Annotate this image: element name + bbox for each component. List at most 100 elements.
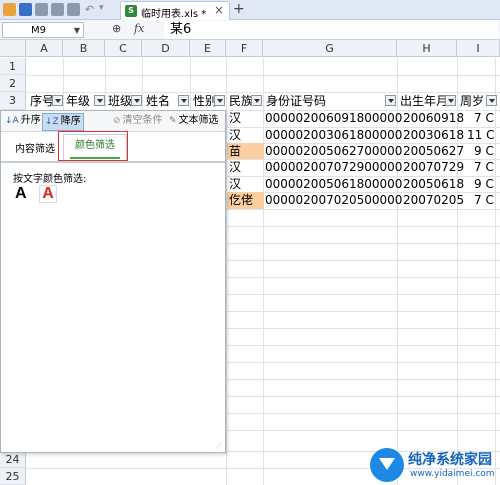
col-header[interactable]: C (105, 40, 142, 57)
filter-panel: ↓A 升序 ↓Z 降序 ⊘ 清空条件 ✎ 文本筛选 内容筛选 颜色筛选 按文字颜色筛选:… (0, 110, 226, 453)
grid-line (226, 396, 500, 397)
cell-age[interactable]: 7 C (474, 110, 494, 127)
filter-dropdown-icon[interactable] (52, 95, 63, 106)
cell-dob[interactable]: 20070729 (403, 159, 464, 176)
chevron-down-icon[interactable]: ▼ (74, 23, 80, 38)
grid-line (226, 311, 500, 312)
filter-dropdown-icon[interactable] (445, 95, 456, 106)
filter-dropdown-icon[interactable] (251, 95, 262, 106)
undo-icon[interactable]: ↶ (85, 3, 98, 16)
col-header[interactable]: A (26, 40, 63, 57)
cell-age[interactable]: 9 C (474, 176, 494, 193)
filter-dropdown-icon[interactable] (94, 95, 105, 106)
formula-input[interactable]: 某6 (164, 21, 498, 39)
row-header[interactable]: 2 (0, 75, 26, 92)
watermark-url: www.yidaimei.com (410, 469, 495, 479)
header-cell-age[interactable]: 周岁 (460, 92, 486, 110)
cell-age[interactable]: 11 C (467, 127, 494, 144)
row-header[interactable]: 24 (0, 451, 26, 468)
font-color-filter-label: 按文字颜色筛选: (13, 174, 87, 185)
cell-id[interactable]: 000002006091800000 (265, 110, 402, 127)
title-bar: ↶ ▾ S 临时用表.xls * × + (0, 0, 500, 21)
formula-bar: M9 ▼ ⊕ fx 某6 (0, 20, 500, 40)
grid-line (226, 328, 500, 329)
cell-id[interactable]: 000002003061800000 (265, 127, 402, 144)
cell-nation[interactable]: 汉 (229, 176, 241, 193)
grid-line (226, 413, 500, 414)
col-header[interactable]: G (263, 40, 397, 57)
tab-file[interactable]: S 临时用表.xls * × (120, 1, 230, 21)
preview-icon[interactable] (67, 3, 80, 16)
col-header[interactable]: B (63, 40, 105, 57)
text-filter-icon: ✎ (169, 116, 177, 126)
zoom-icon[interactable]: ⊕ (112, 22, 121, 35)
header-cell-name[interactable]: 姓名 (146, 92, 178, 110)
cell-dob[interactable]: 20070205 (403, 192, 464, 209)
open-icon[interactable] (35, 3, 48, 16)
col-header[interactable]: D (142, 40, 190, 57)
text-filter-button[interactable]: ✎ 文本筛选 (169, 113, 219, 129)
select-all-corner[interactable] (0, 40, 26, 57)
header-cell-grade[interactable]: 年级 (66, 92, 96, 110)
col-header[interactable]: E (190, 40, 226, 57)
cell-nation-highlighted[interactable]: 苗 (227, 143, 264, 159)
close-tab-icon[interactable]: × (214, 3, 224, 17)
filter-dropdown-icon[interactable] (214, 95, 225, 106)
save-icon[interactable] (19, 3, 32, 16)
red-font-color-swatch[interactable]: A (39, 185, 57, 203)
header-cell-nation[interactable]: 民族 (229, 92, 253, 110)
cell-dob[interactable]: 20060918 (403, 110, 464, 127)
cell-nation-highlighted[interactable]: 仡佬 (227, 192, 264, 209)
add-tab-icon[interactable]: + (233, 1, 245, 17)
header-cell-dob[interactable]: 出生年月 (400, 92, 446, 110)
header-cell-id-number[interactable]: 身份证号码 (266, 92, 376, 110)
cell-ref: M9 (31, 25, 46, 36)
cell-nation[interactable]: 汉 (229, 110, 241, 127)
black-font-color-swatch[interactable]: A (15, 185, 27, 203)
header-cell-seq[interactable]: 序号 (30, 92, 54, 110)
grid-line (190, 58, 191, 110)
row-header[interactable]: 25 (0, 468, 26, 485)
sort-asc-icon: ↓A (5, 116, 19, 126)
col-header[interactable]: H (397, 40, 457, 57)
tab-file-name: 临时用表.xls * (141, 9, 207, 20)
filter-dropdown-icon[interactable] (131, 95, 142, 106)
header-cell-class[interactable]: 班级 (108, 92, 132, 110)
print-icon[interactable] (51, 3, 64, 16)
sort-desc-label: 降序 (60, 116, 81, 127)
row-header[interactable]: 1 (0, 58, 26, 75)
cell-dob[interactable]: 20050618 (403, 176, 464, 193)
watermark-logo-icon (370, 448, 404, 482)
filter-dropdown-icon[interactable] (178, 95, 189, 106)
filter-dropdown-icon[interactable] (385, 95, 396, 106)
grid-line (226, 226, 500, 227)
app-logo-icon[interactable] (3, 3, 16, 16)
grid-line (142, 58, 143, 110)
grid-line (26, 75, 500, 76)
cell-nation[interactable]: 汉 (229, 127, 241, 144)
cell-age[interactable]: 9 C (474, 143, 494, 160)
cell-dob[interactable]: 20030618 (403, 127, 464, 144)
col-header[interactable]: I (457, 40, 500, 57)
cell-dob[interactable]: 20050627 (403, 143, 464, 160)
cell-id[interactable]: 000002007020500000 (265, 192, 402, 209)
tab-content-filter[interactable]: 内容筛选 (15, 140, 55, 155)
dropdown-icon[interactable]: ▾ (99, 3, 112, 16)
fx-icon[interactable]: fx (134, 22, 144, 35)
row-header[interactable]: 3 (0, 92, 26, 110)
resize-grip-icon[interactable]: ⋰ (215, 442, 223, 450)
cell-id[interactable]: 000002005062700000 (265, 143, 402, 160)
cell-age[interactable]: 7 C (474, 159, 494, 176)
cell-nation[interactable]: 汉 (229, 159, 241, 176)
filter-dropdown-icon[interactable] (486, 95, 497, 106)
name-box[interactable]: M9 ▼ (2, 22, 84, 38)
clear-conditions-button[interactable]: ⊘ 清空条件 (113, 113, 163, 129)
sort-descending-button[interactable]: ↓Z 降序 (42, 113, 84, 131)
cell-age[interactable]: 7 C (474, 192, 494, 209)
sort-ascending-button[interactable]: ↓A 升序 (5, 113, 41, 129)
col-header[interactable]: F (226, 40, 263, 57)
cell-id[interactable]: 000002007072900000 (265, 159, 402, 176)
watermark: 纯净系统家园 www.yidaimei.com (370, 446, 500, 485)
grid-line (226, 58, 227, 485)
cell-id[interactable]: 000002005061800000 (265, 176, 402, 193)
